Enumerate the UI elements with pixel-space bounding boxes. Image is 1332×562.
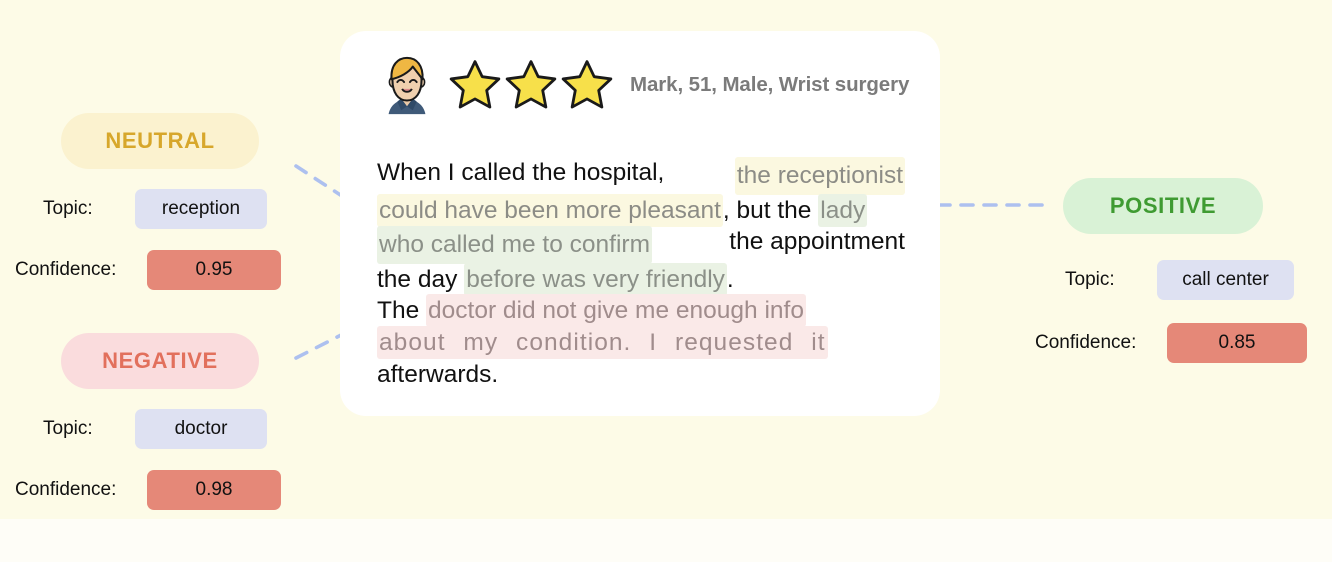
- topic-row-negative: Topic: doctor: [43, 409, 293, 449]
- background-bottom-band: [0, 519, 1332, 562]
- annotation-panel-neutral: NEUTRAL Topic: reception Confidence: 0.9…: [0, 113, 300, 293]
- confidence-value-positive[interactable]: 0.85: [1167, 323, 1307, 363]
- review-segment-positive: before was very friendly: [464, 262, 727, 296]
- topic-label: Topic:: [1065, 269, 1115, 290]
- review-line: who called me to confirm the appointment: [377, 226, 905, 264]
- star-icon: [505, 60, 557, 109]
- topic-label: Topic:: [43, 418, 93, 439]
- review-line: The doctor did not give me enough info: [377, 294, 905, 328]
- reviewer-meta: Mark, 51, Male, Wrist surgery: [630, 73, 910, 96]
- confidence-row-neutral: Confidence: 0.95: [15, 250, 300, 290]
- review-segment: the day: [377, 265, 465, 293]
- review-line: the day before was very friendly.: [377, 262, 905, 296]
- topic-row-positive: Topic: call center: [1065, 260, 1330, 300]
- star-icon: [449, 60, 501, 109]
- review-line: afterwards.: [377, 359, 905, 391]
- review-card-header: Mark, 51, Male, Wrist surgery: [376, 54, 909, 116]
- review-segment: .: [726, 265, 734, 293]
- review-segment-negative: doctor did not give me enough info: [426, 294, 806, 328]
- annotation-panel-positive: POSITIVE Topic: call center Confidence: …: [1020, 178, 1332, 368]
- review-segment: When I called the hospital,: [377, 159, 665, 186]
- star-rating: [448, 58, 614, 112]
- topic-label: Topic:: [43, 198, 93, 219]
- review-segment-positive: lady: [818, 193, 868, 227]
- review-card: Mark, 51, Male, Wrist surgery When I cal…: [340, 31, 940, 416]
- confidence-value-negative[interactable]: 0.98: [147, 470, 281, 510]
- topic-value-negative[interactable]: doctor: [135, 409, 267, 449]
- connector-neutral-line: [294, 164, 347, 200]
- review-segment-neutral: could have been more pleasant: [377, 193, 723, 227]
- confidence-label: Confidence:: [15, 479, 117, 500]
- topic-value-positive[interactable]: call center: [1157, 260, 1294, 300]
- sentiment-badge-negative[interactable]: NEGATIVE: [61, 333, 259, 389]
- review-segment: the appointment: [729, 228, 905, 256]
- annotation-panel-negative: NEGATIVE Topic: doctor Confidence: 0.98: [0, 333, 300, 513]
- review-segment-negative: about my condition. I requested it: [377, 325, 828, 359]
- review-segment: The: [377, 297, 427, 325]
- connector-negative-line: [294, 331, 347, 360]
- sentiment-badge-positive[interactable]: POSITIVE: [1063, 178, 1263, 234]
- review-text: When I called the hospital, the receptio…: [377, 157, 905, 390]
- topic-value-neutral[interactable]: reception: [135, 189, 267, 229]
- confidence-label: Confidence:: [15, 259, 117, 280]
- review-segment-positive: who called me to confirm: [377, 226, 652, 264]
- confidence-value-neutral[interactable]: 0.95: [147, 250, 281, 290]
- confidence-label: Confidence:: [1035, 332, 1137, 353]
- person-blond-avatar-icon: [388, 56, 426, 115]
- review-segment-neutral: the receptionist: [734, 157, 905, 195]
- review-line: When I called the hospital, the receptio…: [377, 157, 905, 195]
- confidence-row-negative: Confidence: 0.98: [15, 470, 300, 510]
- sentiment-badge-neutral[interactable]: NEUTRAL: [61, 113, 259, 169]
- review-line: could have been more pleasant, but the l…: [377, 193, 905, 227]
- annotation-canvas: Mark, 51, Male, Wrist surgery When I cal…: [0, 0, 1332, 562]
- review-segment: afterwards.: [377, 360, 499, 388]
- review-line: about my condition. I requested it: [377, 325, 905, 359]
- review-segment: , but the: [722, 196, 819, 224]
- star-icon: [561, 60, 613, 109]
- topic-row-neutral: Topic: reception: [43, 189, 293, 229]
- confidence-row-positive: Confidence: 0.85: [1035, 323, 1330, 363]
